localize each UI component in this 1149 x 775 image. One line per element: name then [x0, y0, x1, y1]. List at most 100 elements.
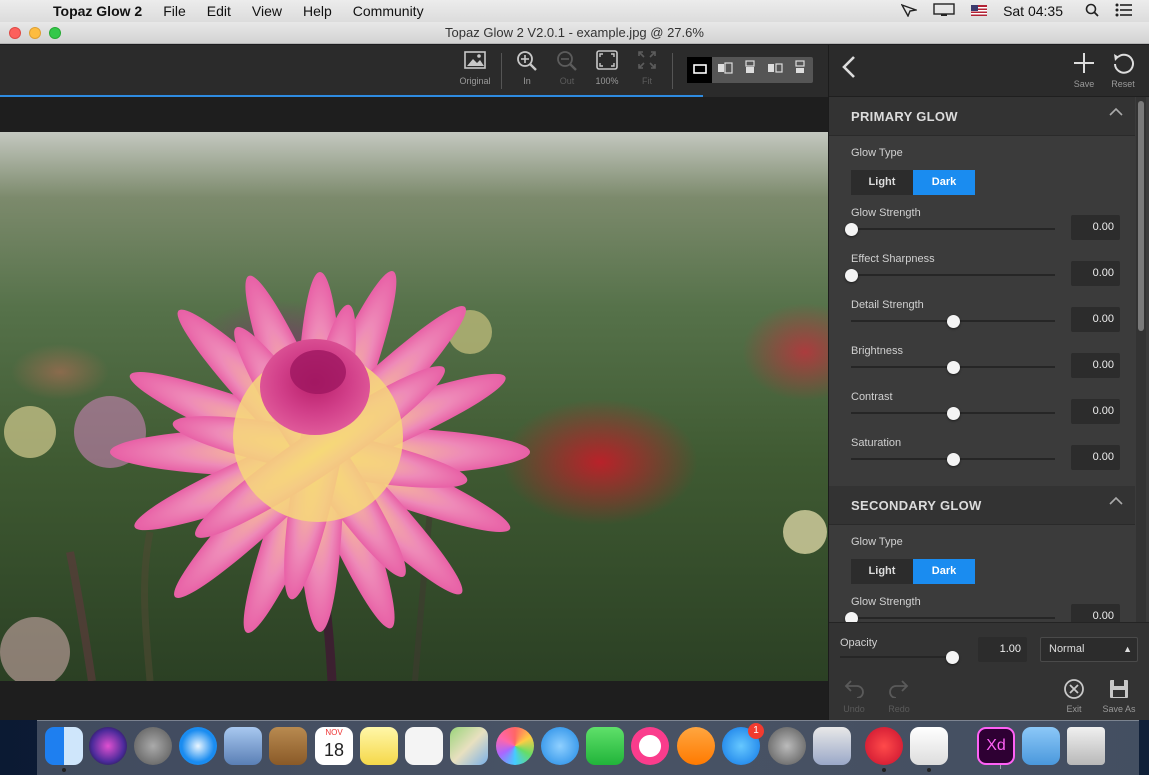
panel-scrollbar[interactable] — [1136, 97, 1146, 622]
zoom-window-button[interactable] — [49, 27, 61, 39]
glow-strength-value[interactable]: 0.00 — [1071, 215, 1120, 240]
glow-type-dark-button[interactable]: Dark — [913, 170, 975, 195]
slider-knob[interactable] — [947, 315, 960, 328]
secondary-light-button[interactable]: Light — [851, 559, 913, 584]
effect-sharpness-value[interactable]: 0.00 — [1071, 261, 1120, 286]
contrast-value[interactable]: 0.00 — [1071, 399, 1120, 424]
dahlia-flower-image — [0, 270, 827, 681]
original-button[interactable]: Original — [455, 50, 495, 94]
split-horizontal-button[interactable] — [737, 57, 762, 83]
split-view-button[interactable] — [712, 57, 737, 83]
mail-eagle-icon[interactable] — [224, 727, 262, 765]
minimize-window-button[interactable] — [29, 27, 41, 39]
glow-type-toggle: Light Dark — [851, 170, 976, 195]
menu-app-name[interactable]: Topaz Glow 2 — [53, 3, 142, 19]
facetime-camera-icon[interactable] — [586, 727, 624, 765]
zoom-in-button[interactable]: In — [507, 50, 547, 94]
fit-button[interactable]: Fit — [627, 50, 667, 94]
maps-icon[interactable] — [450, 727, 488, 765]
reset-button[interactable]: Reset — [1105, 51, 1141, 89]
blend-mode-select[interactable]: Normal ▲ — [1040, 637, 1138, 662]
save-button[interactable]: Save — [1066, 51, 1102, 89]
menu-help[interactable]: Help — [303, 3, 332, 19]
slider-knob[interactable] — [946, 651, 959, 664]
slider-knob[interactable] — [845, 269, 858, 282]
notes-icon[interactable] — [360, 727, 398, 765]
brightness-value[interactable]: 0.00 — [1071, 353, 1120, 378]
secondary-glow-strength-slider[interactable] — [845, 612, 1055, 622]
trash-icon[interactable] — [1067, 727, 1105, 765]
slider-knob[interactable] — [845, 223, 858, 236]
cast-icon[interactable] — [900, 3, 919, 20]
glow-strength-slider[interactable] — [845, 223, 1055, 236]
collapse-chevron-icon[interactable] — [1109, 495, 1123, 509]
glow-type-light-button[interactable]: Light — [851, 170, 913, 195]
siri-icon[interactable] — [89, 727, 127, 765]
slider-label: Glow Strength — [851, 596, 921, 608]
launchpad-rocket-icon[interactable] — [134, 727, 172, 765]
close-window-button[interactable] — [9, 27, 21, 39]
saturation-value[interactable]: 0.00 — [1071, 445, 1120, 470]
brightness-slider[interactable] — [851, 361, 1055, 374]
display-icon[interactable] — [933, 2, 955, 20]
textedit-icon[interactable] — [910, 727, 948, 772]
flag-icon[interactable] — [971, 3, 988, 19]
slider-knob[interactable] — [947, 453, 960, 466]
close-circle-icon — [1054, 678, 1094, 704]
downloads-folder-icon[interactable] — [1022, 727, 1060, 765]
instruments-icon[interactable] — [813, 727, 851, 765]
list-icon[interactable] — [1115, 3, 1133, 20]
slider-knob[interactable] — [947, 361, 960, 374]
slider-knob[interactable] — [845, 612, 858, 622]
contacts-book-icon[interactable] — [269, 727, 307, 765]
collapse-chevron-icon[interactable] — [1109, 106, 1123, 120]
exit-button[interactable]: Exit — [1054, 678, 1094, 714]
menu-view[interactable]: View — [252, 3, 282, 19]
reminders-list-icon[interactable] — [405, 727, 443, 765]
contrast-slider[interactable] — [851, 407, 1055, 420]
menubar-clock[interactable]: Sat 04:35 — [1003, 3, 1063, 19]
menu-file[interactable]: File — [163, 3, 186, 19]
opacity-slider[interactable] — [840, 651, 959, 664]
zoom-100-label: 100% — [595, 76, 619, 86]
stacked-view-button[interactable] — [787, 57, 812, 83]
finder-icon[interactable] — [45, 727, 83, 772]
secondary-glow-strength-value[interactable]: 0.00 — [1071, 604, 1120, 622]
detail-strength-slider[interactable] — [851, 315, 1055, 328]
calendar-icon[interactable]: NOV 18 — [315, 727, 353, 765]
zoom-100-button[interactable]: 100% — [587, 50, 627, 94]
messages-icon[interactable] — [541, 727, 579, 765]
saturation-slider[interactable] — [851, 453, 1055, 466]
topaz-gem-icon[interactable] — [865, 727, 903, 772]
books-icon[interactable] — [677, 727, 715, 765]
opacity-value[interactable]: 1.00 — [978, 637, 1027, 662]
menu-community[interactable]: Community — [353, 3, 424, 19]
zoom-out-button[interactable]: Out — [547, 50, 587, 94]
adobe-xd-icon[interactable]: Xd — [977, 727, 1015, 765]
effect-sharpness-slider[interactable] — [845, 269, 1055, 282]
panel-scroll-area[interactable]: PRIMARY GLOW Glow Type Light Dark Glow S… — [829, 97, 1135, 622]
secondary-glow-title: SECONDARY GLOW — [851, 498, 982, 513]
secondary-glow-header[interactable]: SECONDARY GLOW — [829, 486, 1135, 525]
side-by-side-button[interactable] — [762, 57, 787, 83]
redo-button[interactable]: Redo — [879, 678, 919, 714]
single-view-button[interactable] — [687, 57, 712, 83]
search-icon[interactable] — [1085, 3, 1099, 20]
music-note-icon[interactable] — [631, 727, 669, 765]
system-preferences-gear-icon[interactable] — [768, 727, 806, 765]
detail-strength-value[interactable]: 0.00 — [1071, 307, 1120, 332]
back-chevron-icon[interactable] — [841, 55, 857, 85]
save-as-button[interactable]: Save As — [1099, 678, 1139, 714]
image-canvas[interactable] — [0, 97, 828, 720]
slider-knob[interactable] — [947, 407, 960, 420]
slider-label: Saturation — [851, 437, 902, 449]
photos-icon[interactable] — [496, 727, 534, 765]
primary-glow-header[interactable]: PRIMARY GLOW — [829, 97, 1135, 136]
secondary-dark-button[interactable]: Dark — [913, 559, 975, 584]
redo-label: Redo — [888, 704, 910, 714]
safari-compass-icon[interactable] — [179, 727, 217, 765]
scrollbar-thumb[interactable] — [1138, 101, 1144, 331]
undo-button[interactable]: Undo — [834, 678, 874, 714]
app-store-icon[interactable]: 1 — [722, 723, 764, 765]
menu-edit[interactable]: Edit — [207, 3, 231, 19]
